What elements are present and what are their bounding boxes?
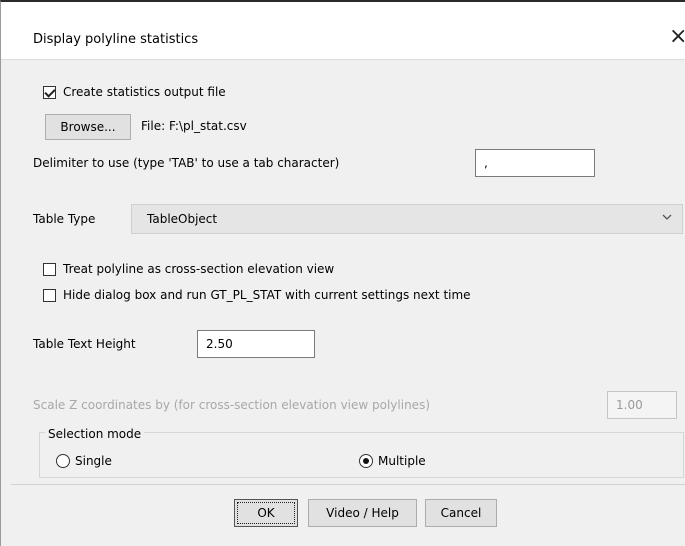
treat-cross-section-label[interactable]: Treat polyline as cross-section elevatio… <box>63 262 334 276</box>
close-icon[interactable]: × <box>669 26 685 48</box>
create-stats-checkbox[interactable] <box>43 86 56 99</box>
ok-button[interactable]: OK <box>234 499 298 527</box>
text-height-input[interactable]: 2.50 <box>197 330 315 358</box>
delimiter-label: Delimiter to use (type 'TAB' to use a ta… <box>33 156 340 170</box>
scale-z-input: 1.00 <box>607 391 677 419</box>
chevron-down-icon <box>662 214 672 220</box>
single-radio[interactable] <box>56 454 70 468</box>
cancel-button[interactable]: Cancel <box>425 499 497 527</box>
table-type-label: Table Type <box>33 212 96 226</box>
treat-cross-section-checkbox[interactable] <box>43 263 56 276</box>
create-stats-label[interactable]: Create statistics output file <box>63 85 226 99</box>
single-radio-label[interactable]: Single <box>75 454 112 468</box>
table-type-select[interactable]: TableObject <box>131 204 683 234</box>
dialog-window: Display polyline statistics × Create sta… <box>0 0 685 546</box>
output-file-path: File: F:\pl_stat.csv <box>141 119 247 133</box>
dialog-title: Display polyline statistics <box>33 32 199 47</box>
browse-button[interactable]: Browse... <box>45 114 131 140</box>
video-help-button[interactable]: Video / Help <box>308 499 417 527</box>
multiple-radio-label[interactable]: Multiple <box>378 454 426 468</box>
delimiter-input[interactable]: , <box>475 149 595 177</box>
hide-dialog-checkbox[interactable] <box>43 289 56 302</box>
selection-mode-label: Selection mode <box>45 427 145 441</box>
table-type-value: TableObject <box>147 212 218 226</box>
multiple-radio[interactable] <box>359 454 373 468</box>
scale-z-label: Scale Z coordinates by (for cross-sectio… <box>33 398 430 412</box>
hide-dialog-label[interactable]: Hide dialog box and run GT_PL_STAT with … <box>63 288 471 302</box>
title-bar: Display polyline statistics × <box>1 2 685 60</box>
footer-separator <box>11 484 685 485</box>
text-height-label: Table Text Height <box>33 337 136 351</box>
